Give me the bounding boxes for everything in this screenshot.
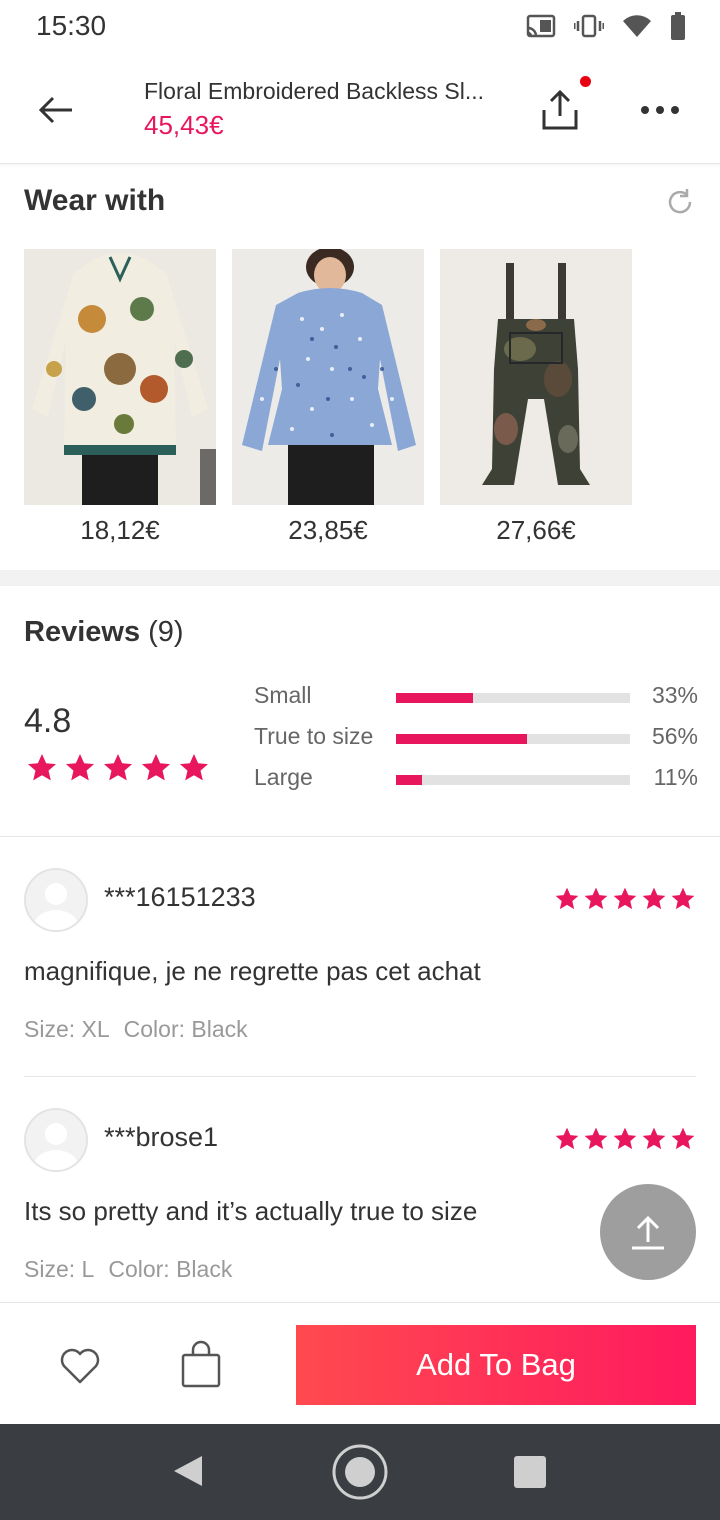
star-icon	[180, 754, 208, 781]
review-size: Size: XL	[24, 1016, 110, 1042]
wear-with-price: 18,12€	[80, 515, 160, 545]
fit-label: Small	[254, 682, 312, 708]
battery-icon	[671, 12, 685, 40]
star-icon	[142, 754, 170, 781]
bag-icon	[181, 1340, 221, 1388]
star-icon	[28, 754, 56, 781]
section-divider	[0, 570, 720, 586]
cast-icon	[526, 14, 556, 38]
fit-percent: 11%	[653, 764, 698, 790]
reviews-label: Reviews	[24, 616, 141, 648]
review-stars	[554, 886, 696, 912]
wear-with-item[interactable]: 27,66€	[440, 249, 632, 546]
fit-row-large: Large 11%	[254, 764, 698, 794]
product-header: Floral Embroidered Backless Sl... 45,43€	[0, 56, 720, 164]
fit-percent: 56%	[651, 723, 698, 749]
wear-with-item[interactable]: 18,12€	[24, 249, 216, 546]
review-text: Its so pretty and it’s actually true to …	[24, 1196, 478, 1226]
fit-bar-fill	[396, 693, 474, 703]
wishlist-button[interactable]	[56, 1341, 104, 1389]
reviews-title: Reviews (9)	[24, 616, 184, 649]
fit-percent: 33%	[651, 682, 698, 708]
fit-bar-fill	[396, 734, 528, 744]
nav-recents-icon[interactable]	[514, 1456, 546, 1488]
fit-row-small: Small 33%	[254, 682, 698, 712]
fit-label: True to size	[254, 723, 374, 749]
shopping-bag-button[interactable]	[178, 1339, 224, 1389]
refresh-button[interactable]	[664, 186, 696, 218]
review-stars	[554, 1126, 696, 1152]
fit-row-true-to-size: True to size 56%	[254, 723, 698, 753]
review-item: ***brose1 Its so pretty and it’s actuall…	[24, 1108, 696, 1298]
share-icon	[542, 89, 578, 130]
system-nav-bar	[0, 1424, 720, 1520]
arrow-left-icon	[38, 96, 72, 124]
wear-with-title: Wear with	[24, 184, 166, 217]
share-button[interactable]	[536, 86, 584, 134]
wear-with-price: 27,66€	[496, 515, 576, 545]
heart-icon	[60, 1348, 100, 1384]
bottom-action-bar: Add To Bag	[0, 1302, 720, 1424]
product-price: 45,43€	[144, 110, 224, 140]
star-icon	[104, 754, 132, 781]
star-icon	[671, 1127, 695, 1150]
product-image-camo-overalls	[440, 249, 632, 505]
wifi-icon	[623, 15, 651, 38]
divider	[24, 1076, 696, 1077]
wear-with-item[interactable]: 23,85€	[232, 249, 424, 546]
star-icon	[584, 1127, 608, 1150]
product-image-blue-blouse	[232, 249, 424, 505]
star-icon	[642, 1127, 666, 1150]
user-avatar-icon	[34, 883, 78, 930]
star-icon	[671, 887, 695, 910]
star-icon	[642, 887, 666, 910]
review-meta: Size: L Color: Black	[24, 1256, 246, 1283]
average-rating: 4.8	[24, 702, 72, 740]
star-icon	[613, 1127, 637, 1150]
avatar	[24, 1108, 88, 1172]
arrow-up-icon	[632, 1215, 664, 1250]
refresh-icon	[668, 189, 692, 214]
fit-bar	[396, 693, 630, 703]
product-image-floral-blouse	[24, 249, 216, 505]
review-meta: Size: XL Color: Black	[24, 1016, 262, 1043]
status-icons	[526, 12, 686, 40]
scroll-to-top-button[interactable]	[600, 1184, 696, 1280]
reviewer-name: ***16151233	[104, 882, 256, 912]
star-icon	[584, 887, 608, 910]
fit-bar	[396, 734, 630, 744]
back-button[interactable]	[30, 86, 82, 134]
nav-back-icon[interactable]	[172, 1454, 204, 1488]
review-color: Color: Black	[123, 1016, 248, 1042]
star-icon	[613, 887, 637, 910]
average-rating-stars	[26, 752, 210, 784]
star-icon	[555, 887, 579, 910]
nav-home-icon[interactable]	[330, 1442, 390, 1502]
status-time: 15:30	[36, 10, 107, 41]
star-icon	[66, 754, 94, 781]
vibrate-icon	[574, 14, 604, 38]
review-color: Color: Black	[108, 1256, 233, 1282]
user-avatar-icon	[34, 1123, 78, 1170]
more-options-button[interactable]	[634, 92, 686, 128]
reviewer-name: ***brose1	[104, 1122, 219, 1152]
review-size: Size: L	[24, 1256, 95, 1282]
fit-bar-fill	[396, 775, 422, 785]
fit-bar	[396, 775, 630, 785]
divider	[0, 836, 720, 837]
avatar	[24, 868, 88, 932]
status-bar: 15:30	[0, 0, 720, 56]
review-text: magnifique, je ne regrette pas cet achat	[24, 956, 481, 986]
product-title: Floral Embroidered Backless Sl...	[144, 78, 485, 104]
wear-with-price: 23,85€	[288, 515, 368, 545]
more-dots-icon	[641, 106, 679, 114]
reviews-count: (9)	[148, 616, 184, 648]
fit-label: Large	[254, 764, 313, 790]
add-to-bag-button[interactable]: Add To Bag	[296, 1325, 696, 1405]
star-icon	[555, 1127, 579, 1150]
review-item: ***16151233 magnifique, je ne regrette p…	[24, 868, 696, 1058]
notification-dot	[580, 76, 591, 87]
